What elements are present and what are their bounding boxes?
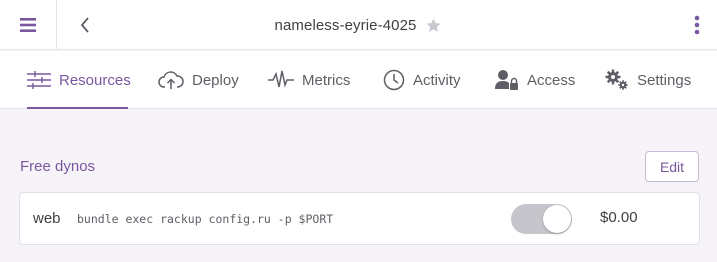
dyno-row-web: web bundle exec rackup config.ru -p $POR… [19, 192, 700, 245]
tab-settings[interactable]: Settings [605, 51, 691, 109]
tab-access[interactable]: Access [495, 51, 575, 109]
tab-metrics[interactable]: Metrics [268, 51, 350, 109]
tab-deploy-label: Deploy [192, 71, 239, 89]
tab-deploy[interactable]: Deploy [158, 51, 239, 109]
app-name: nameless-eyrie-4025 [274, 16, 417, 34]
chevron-left-icon [80, 17, 89, 33]
user-lock-icon [495, 70, 518, 90]
dyno-name: web [33, 210, 61, 227]
dyno-price: $0.00 [600, 209, 638, 226]
kebab-icon [694, 15, 700, 35]
more-button[interactable] [687, 0, 707, 50]
menu-button[interactable] [0, 0, 57, 50]
active-tab-indicator [27, 107, 128, 109]
hamburger-icon [20, 18, 36, 32]
tab-resources[interactable]: Resources [27, 51, 131, 109]
pulse-icon [268, 70, 294, 88]
app-title-group: nameless-eyrie-4025 [0, 0, 717, 50]
toggle-knob [543, 205, 571, 233]
tab-activity[interactable]: Activity [383, 51, 461, 109]
cloud-upload-icon [158, 71, 184, 89]
app-tabs: Resources Deploy Metrics Activity Access [0, 51, 717, 109]
clock-icon [383, 69, 405, 91]
tab-settings-label: Settings [637, 71, 692, 89]
star-icon[interactable] [425, 17, 442, 34]
dyno-command: bundle exec rackup config.ru -p $PORT [77, 212, 334, 226]
tab-activity-label: Activity [413, 71, 461, 89]
top-bar: nameless-eyrie-4025 [0, 0, 717, 50]
back-button[interactable] [70, 0, 100, 50]
tab-metrics-label: Metrics [302, 71, 351, 89]
dyno-toggle[interactable] [511, 204, 572, 234]
tab-access-label: Access [527, 71, 576, 89]
tab-resources-label: Resources [59, 71, 131, 89]
gears-icon [605, 69, 628, 90]
edit-button[interactable]: Edit [645, 151, 699, 182]
sliders-icon [27, 71, 51, 89]
free-dynos-title: Free dynos [20, 158, 96, 175]
